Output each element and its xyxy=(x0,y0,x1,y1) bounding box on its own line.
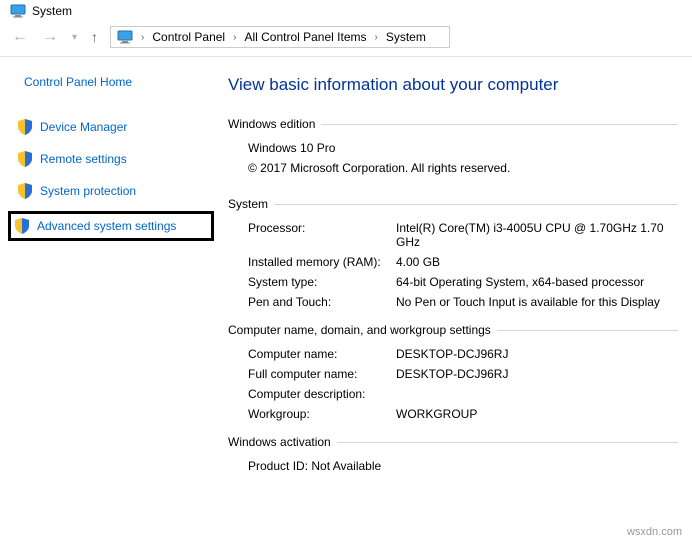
window-title-text: System xyxy=(32,4,72,18)
row-pen-touch: Pen and Touch: No Pen or Touch Input is … xyxy=(228,295,678,309)
watermark: wsxdn.com xyxy=(627,526,682,538)
section-computer-name: Computer name, domain, and workgroup set… xyxy=(228,323,678,421)
control-panel-home-link[interactable]: Control Panel Home xyxy=(24,75,214,89)
page-heading: View basic information about your comput… xyxy=(228,75,678,95)
breadcrumb-item-control-panel[interactable]: Control Panel xyxy=(152,30,225,44)
row-full-computer-name: Full computer name: DESKTOP-DCJ96RJ xyxy=(228,367,678,381)
row-label: Computer description: xyxy=(248,387,396,401)
copyright-text: © 2017 Microsoft Corporation. All rights… xyxy=(228,161,678,175)
section-windows-activation: Windows activation Product ID: Not Avail… xyxy=(228,435,678,473)
row-system-type: System type: 64-bit Operating System, x6… xyxy=(228,275,678,289)
sidebar-item-label: Advanced system settings xyxy=(37,219,176,233)
row-ram: Installed memory (RAM): 4.00 GB xyxy=(228,255,678,269)
section-title: Windows edition xyxy=(228,117,321,131)
breadcrumb-item-all-items[interactable]: All Control Panel Items xyxy=(244,30,366,44)
section-title: System xyxy=(228,197,274,211)
row-value: DESKTOP-DCJ96RJ xyxy=(396,347,508,361)
row-label: Full computer name: xyxy=(248,367,396,381)
section-system: System Processor: Intel(R) Core(TM) i3-4… xyxy=(228,197,678,309)
product-id: Product ID: Not Available xyxy=(228,459,678,473)
row-value: DESKTOP-DCJ96RJ xyxy=(396,367,508,381)
row-label: Computer name: xyxy=(248,347,396,361)
breadcrumb[interactable]: › Control Panel › All Control Panel Item… xyxy=(110,26,450,48)
row-value: No Pen or Touch Input is available for t… xyxy=(396,295,660,309)
row-value: 64-bit Operating System, x64-based proce… xyxy=(396,275,644,289)
row-value: 4.00 GB xyxy=(396,255,440,269)
navigation-bar: ← → ▾ ↑ › Control Panel › All Control Pa… xyxy=(0,22,692,57)
row-label: Workgroup: xyxy=(248,407,396,421)
row-label: Processor: xyxy=(248,221,396,249)
sidebar-item-remote-settings[interactable]: Remote settings xyxy=(14,147,214,171)
shield-icon xyxy=(18,119,32,135)
chevron-right-icon[interactable]: › xyxy=(233,32,236,43)
sidebar-item-advanced-system-settings[interactable]: Advanced system settings xyxy=(8,211,214,241)
back-button[interactable]: ← xyxy=(10,28,30,46)
shield-icon xyxy=(18,151,32,167)
os-name: Windows 10 Pro xyxy=(228,141,678,155)
sidebar-item-label: Device Manager xyxy=(40,120,127,134)
section-windows-edition: Windows edition Windows 10 Pro © 2017 Mi… xyxy=(228,117,678,175)
row-workgroup: Workgroup: WORKGROUP xyxy=(228,407,678,421)
sidebar-item-label: System protection xyxy=(40,184,136,198)
sidebar: Control Panel Home Device Manager Remote… xyxy=(14,75,214,487)
forward-button[interactable]: → xyxy=(40,28,60,46)
recent-dropdown[interactable]: ▾ xyxy=(70,32,79,43)
section-title: Windows activation xyxy=(228,435,337,449)
row-value: Intel(R) Core(TM) i3-4005U CPU @ 1.70GHz… xyxy=(396,221,678,249)
up-button[interactable]: ↑ xyxy=(89,29,100,45)
row-label: Installed memory (RAM): xyxy=(248,255,396,269)
chevron-right-icon[interactable]: › xyxy=(375,32,378,43)
system-icon xyxy=(10,4,26,18)
row-computer-name: Computer name: DESKTOP-DCJ96RJ xyxy=(228,347,678,361)
row-computer-description: Computer description: xyxy=(228,387,678,401)
section-title: Computer name, domain, and workgroup set… xyxy=(228,323,497,337)
shield-icon xyxy=(18,183,32,199)
sidebar-item-device-manager[interactable]: Device Manager xyxy=(14,115,214,139)
shield-icon xyxy=(15,218,29,234)
chevron-right-icon[interactable]: › xyxy=(141,32,144,43)
window-titlebar: System xyxy=(0,0,692,22)
row-label: Pen and Touch: xyxy=(248,295,396,309)
row-value: WORKGROUP xyxy=(396,407,477,421)
breadcrumb-item-system[interactable]: System xyxy=(386,30,426,44)
main-content: View basic information about your comput… xyxy=(214,75,678,487)
row-label: System type: xyxy=(248,275,396,289)
breadcrumb-icon xyxy=(117,30,133,44)
row-processor: Processor: Intel(R) Core(TM) i3-4005U CP… xyxy=(228,221,678,249)
sidebar-item-system-protection[interactable]: System protection xyxy=(14,179,214,203)
sidebar-item-label: Remote settings xyxy=(40,152,127,166)
